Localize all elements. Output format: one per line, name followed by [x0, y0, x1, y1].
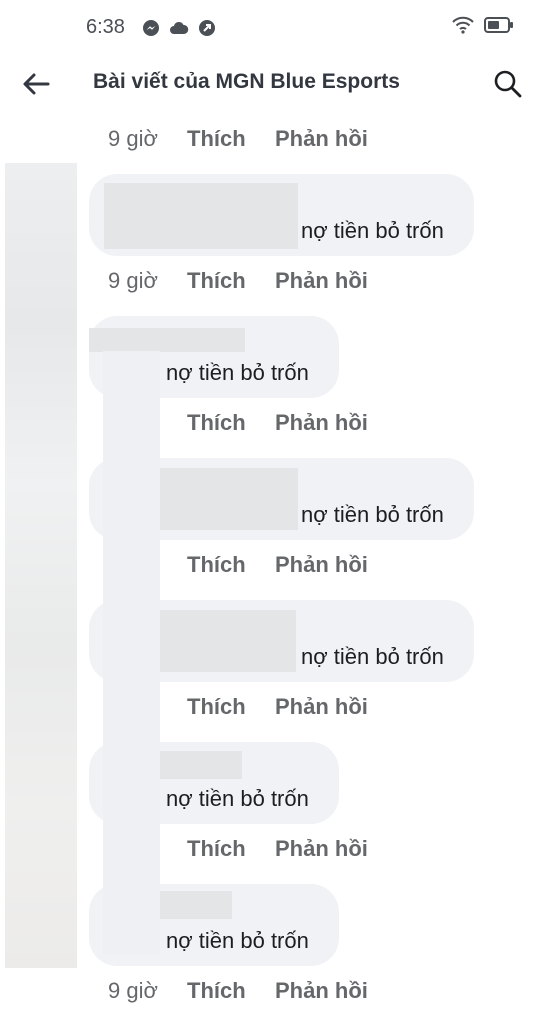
comment-text: nợ tiền bỏ trốn	[166, 786, 309, 811]
redacted-name	[160, 891, 232, 919]
messenger-icon	[143, 20, 159, 36]
search-button[interactable]	[492, 68, 524, 100]
reply-button[interactable]: Phản hồi	[275, 694, 368, 720]
wifi-icon	[452, 16, 474, 34]
redacted-name	[160, 610, 296, 672]
comment-action-row: Thích Phản hồi	[0, 694, 540, 724]
comment-action-row: Thích Phản hồi	[0, 836, 540, 866]
reply-button[interactable]: Phản hồi	[275, 410, 368, 436]
status-time: 6:38	[86, 16, 125, 38]
redacted-name	[160, 468, 298, 530]
comment-text: nợ tiền bỏ trốn	[301, 644, 444, 669]
redacted-name	[160, 751, 242, 779]
page-title: Bài viết của MGN Blue Esports	[93, 70, 400, 93]
reply-button[interactable]: Phản hồi	[275, 268, 368, 294]
like-button[interactable]: Thích	[187, 410, 246, 436]
comment-action-row: 9 giờ Thích Phản hồi	[0, 126, 540, 156]
reply-button[interactable]: Phản hồi	[275, 978, 368, 1004]
back-arrow-icon	[23, 73, 50, 95]
like-button[interactable]: Thích	[187, 552, 246, 578]
search-icon	[494, 70, 522, 98]
like-button[interactable]: Thích	[187, 268, 246, 294]
cloud-icon	[170, 21, 189, 34]
redacted-avatar-strip	[103, 351, 160, 955]
like-button[interactable]: Thích	[187, 978, 246, 1004]
comment-text: nợ tiền bỏ trốn	[166, 360, 309, 385]
reply-button[interactable]: Phản hồi	[275, 552, 368, 578]
status-system-icons	[452, 16, 514, 34]
comment-text: nợ tiền bỏ trốn	[301, 218, 444, 243]
status-notification-icons	[142, 19, 216, 37]
comment-time: 9 giờ	[108, 126, 158, 151]
comment-text: nợ tiền bỏ trốn	[301, 502, 444, 527]
comment-action-row: Thích Phản hồi	[0, 552, 540, 582]
comment-action-row: 9 giờ Thích Phản hồi	[0, 268, 540, 298]
back-button[interactable]	[20, 68, 52, 100]
like-button[interactable]: Thích	[187, 836, 246, 862]
reply-button[interactable]: Phản hồi	[275, 126, 368, 152]
header: Bài viết của MGN Blue Esports	[0, 56, 540, 112]
redacted-name	[104, 183, 298, 249]
like-button[interactable]: Thích	[187, 126, 246, 152]
redacted-name	[89, 328, 245, 352]
comment-time: 9 giờ	[108, 978, 158, 1003]
comment-action-row: Thích Phản hồi	[0, 410, 540, 440]
comment-time: 9 giờ	[108, 268, 158, 293]
comment-text: nợ tiền bỏ trốn	[166, 928, 309, 953]
like-button[interactable]: Thích	[187, 694, 246, 720]
status-bar: 6:38	[0, 0, 540, 56]
app-icon	[199, 20, 215, 36]
comment-action-row: 9 giờ Thích Phản hồi	[0, 978, 540, 1008]
battery-icon	[484, 17, 513, 33]
reply-button[interactable]: Phản hồi	[275, 836, 368, 862]
